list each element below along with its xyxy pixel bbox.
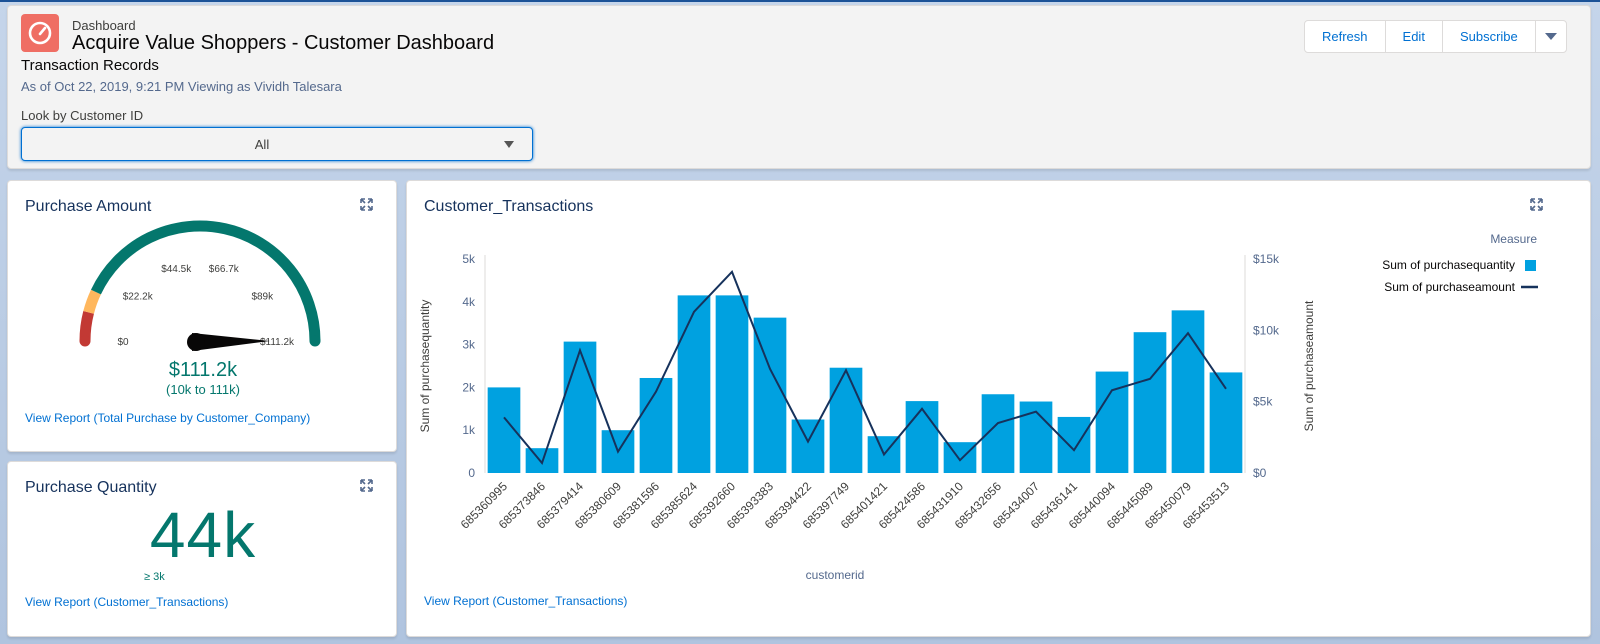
bar [905,401,939,473]
bar [563,341,597,473]
y-axis-title: Sum of purchasequantity [418,300,432,433]
bar [791,419,825,473]
purchase-quantity-threshold: ≥ 3k [144,571,165,583]
gauge-band-mid [83,289,101,314]
expand-icon[interactable] [360,479,373,492]
y-tick-label: 3k [462,338,476,352]
gauge-tick-label: $89k [251,292,274,303]
dashboard-header: Dashboard Acquire Value Shoppers - Custo… [7,5,1591,169]
as-of-timestamp: As of Oct 22, 2019, 9:21 PM Viewing as V… [21,79,342,94]
gauge-cap-start [79,335,91,347]
gauge-tick-label: $44.5k [161,264,192,275]
y2-axis-title: Sum of purchaseamount [1302,300,1316,431]
y2-tick-label: $5k [1253,395,1273,409]
gauge-needle-hub [187,333,205,351]
view-report-link[interactable]: View Report (Customer_Transactions) [424,594,627,608]
gauge-tick-label: $66.7k [209,264,240,275]
page-title: Acquire Value Shoppers - Customer Dashbo… [72,32,495,54]
y-tick-label: 1k [462,423,476,437]
bar [829,367,863,473]
view-report-link[interactable]: View Report (Total Purchase by Customer_… [25,411,310,425]
y-tick-label: 4k [462,295,476,309]
gauge-band-high [90,220,321,342]
subscribe-button[interactable]: Subscribe [1441,20,1536,53]
gauge-tick-label: $22.2k [123,292,154,303]
filter-selected-value: All [254,137,270,152]
customer-transactions-card: Customer_Transactions 0 1k 2k 3k 4k 5k $0 $5k $1… [406,180,1591,637]
y2-tick-label: $10k [1253,323,1280,337]
customer-id-filter-select[interactable]: All [21,127,533,161]
legend-item-label: Sum of purchasequantity [1382,258,1515,272]
y-tick-label: 5k [462,252,476,266]
top-accent-strip [0,0,1600,2]
bar [1133,332,1167,473]
more-actions-button[interactable] [1534,20,1567,53]
object-type-label: Dashboard [72,18,136,33]
bar [715,295,749,473]
header-button-group: Refresh Edit Subscribe [1304,20,1567,53]
bar [1057,416,1091,473]
y2-tick-label: $15k [1253,252,1280,266]
page-subtitle: Transaction Records [21,57,159,74]
chevron-down-icon [1544,33,1557,40]
chevron-down-icon [504,141,514,148]
view-report-link[interactable]: View Report (Customer_Transactions) [25,595,228,609]
customer-transactions-chart: 01k2k3k4k5k$0$5k$10k$15k6853609956853738… [418,232,1538,582]
bar [943,442,977,473]
y-tick-label: 2k [462,380,476,394]
gauge-tick-label: $0 [117,337,129,348]
bar [677,295,711,473]
y2-tick-label: $0 [1253,466,1267,480]
filter-label: Look by Customer ID [21,108,144,123]
purchase-amount-card: Purchase Amount $0 $22.2k $44.5k $66.7k $89k… [7,180,397,452]
purchase-amount-range: (10k to 111k) [166,382,240,397]
purchase-quantity-value: 44k [149,499,257,571]
x-axis-title: customerid [806,568,865,582]
purchase-amount-value: $111.2k [168,359,238,381]
gauge-tick-label: $111.2k [260,337,295,348]
purchase-quantity-title: Purchase Quantity [25,479,157,496]
edit-button[interactable]: Edit [1384,20,1443,53]
gauge-cap-end [309,335,321,347]
refresh-button[interactable]: Refresh [1304,20,1386,53]
legend-item-label: Sum of purchaseamount [1384,280,1515,294]
purchase-quantity-card: Purchase Quantity 44k ≥ 3k View Report (… [7,461,397,637]
y-tick-label: 0 [468,466,475,480]
dashboard-gauge-icon [21,14,59,52]
legend-swatch-bar [1525,260,1536,271]
legend-title: Measure [1490,232,1537,246]
